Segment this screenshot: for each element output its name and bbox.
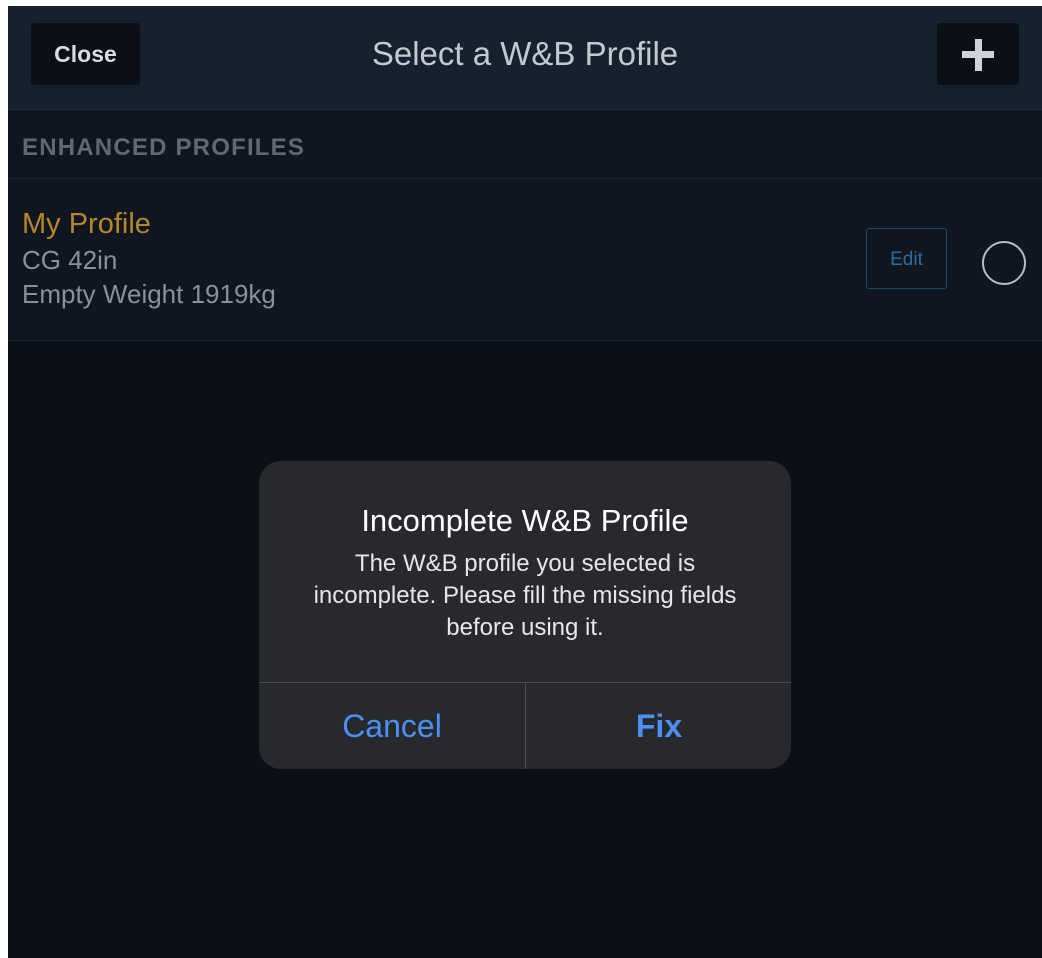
header-bar: Close Select a W&B Profile [8,6,1042,110]
wb-profile-screen: Close Select a W&B Profile ENHANCED PROF… [8,6,1042,958]
profile-list-item[interactable]: My Profile CG 42in Empty Weight 1919kg E… [8,179,1042,341]
profile-empty-weight: Empty Weight 1919kg [22,279,276,309]
edit-profile-button[interactable]: Edit [866,228,947,289]
section-header: ENHANCED PROFILES [8,110,1042,179]
page-title: Select a W&B Profile [371,35,679,72]
incomplete-profile-dialog: Incomplete W&B Profile The W&B profile y… [259,461,791,769]
dialog-message: The W&B profile you selected is incomple… [313,550,737,641]
section-title: ENHANCED PROFILES [22,134,306,161]
profile-select-radio[interactable] [982,241,1026,285]
add-profile-button[interactable] [937,23,1019,85]
cancel-button[interactable]: Cancel [259,683,525,769]
profile-name: My Profile [22,208,151,240]
fix-button[interactable]: Fix [526,683,791,769]
close-button[interactable]: Close [31,23,140,85]
profile-cg: CG 42in [22,245,118,275]
dialog-title: Incomplete W&B Profile [361,503,689,538]
